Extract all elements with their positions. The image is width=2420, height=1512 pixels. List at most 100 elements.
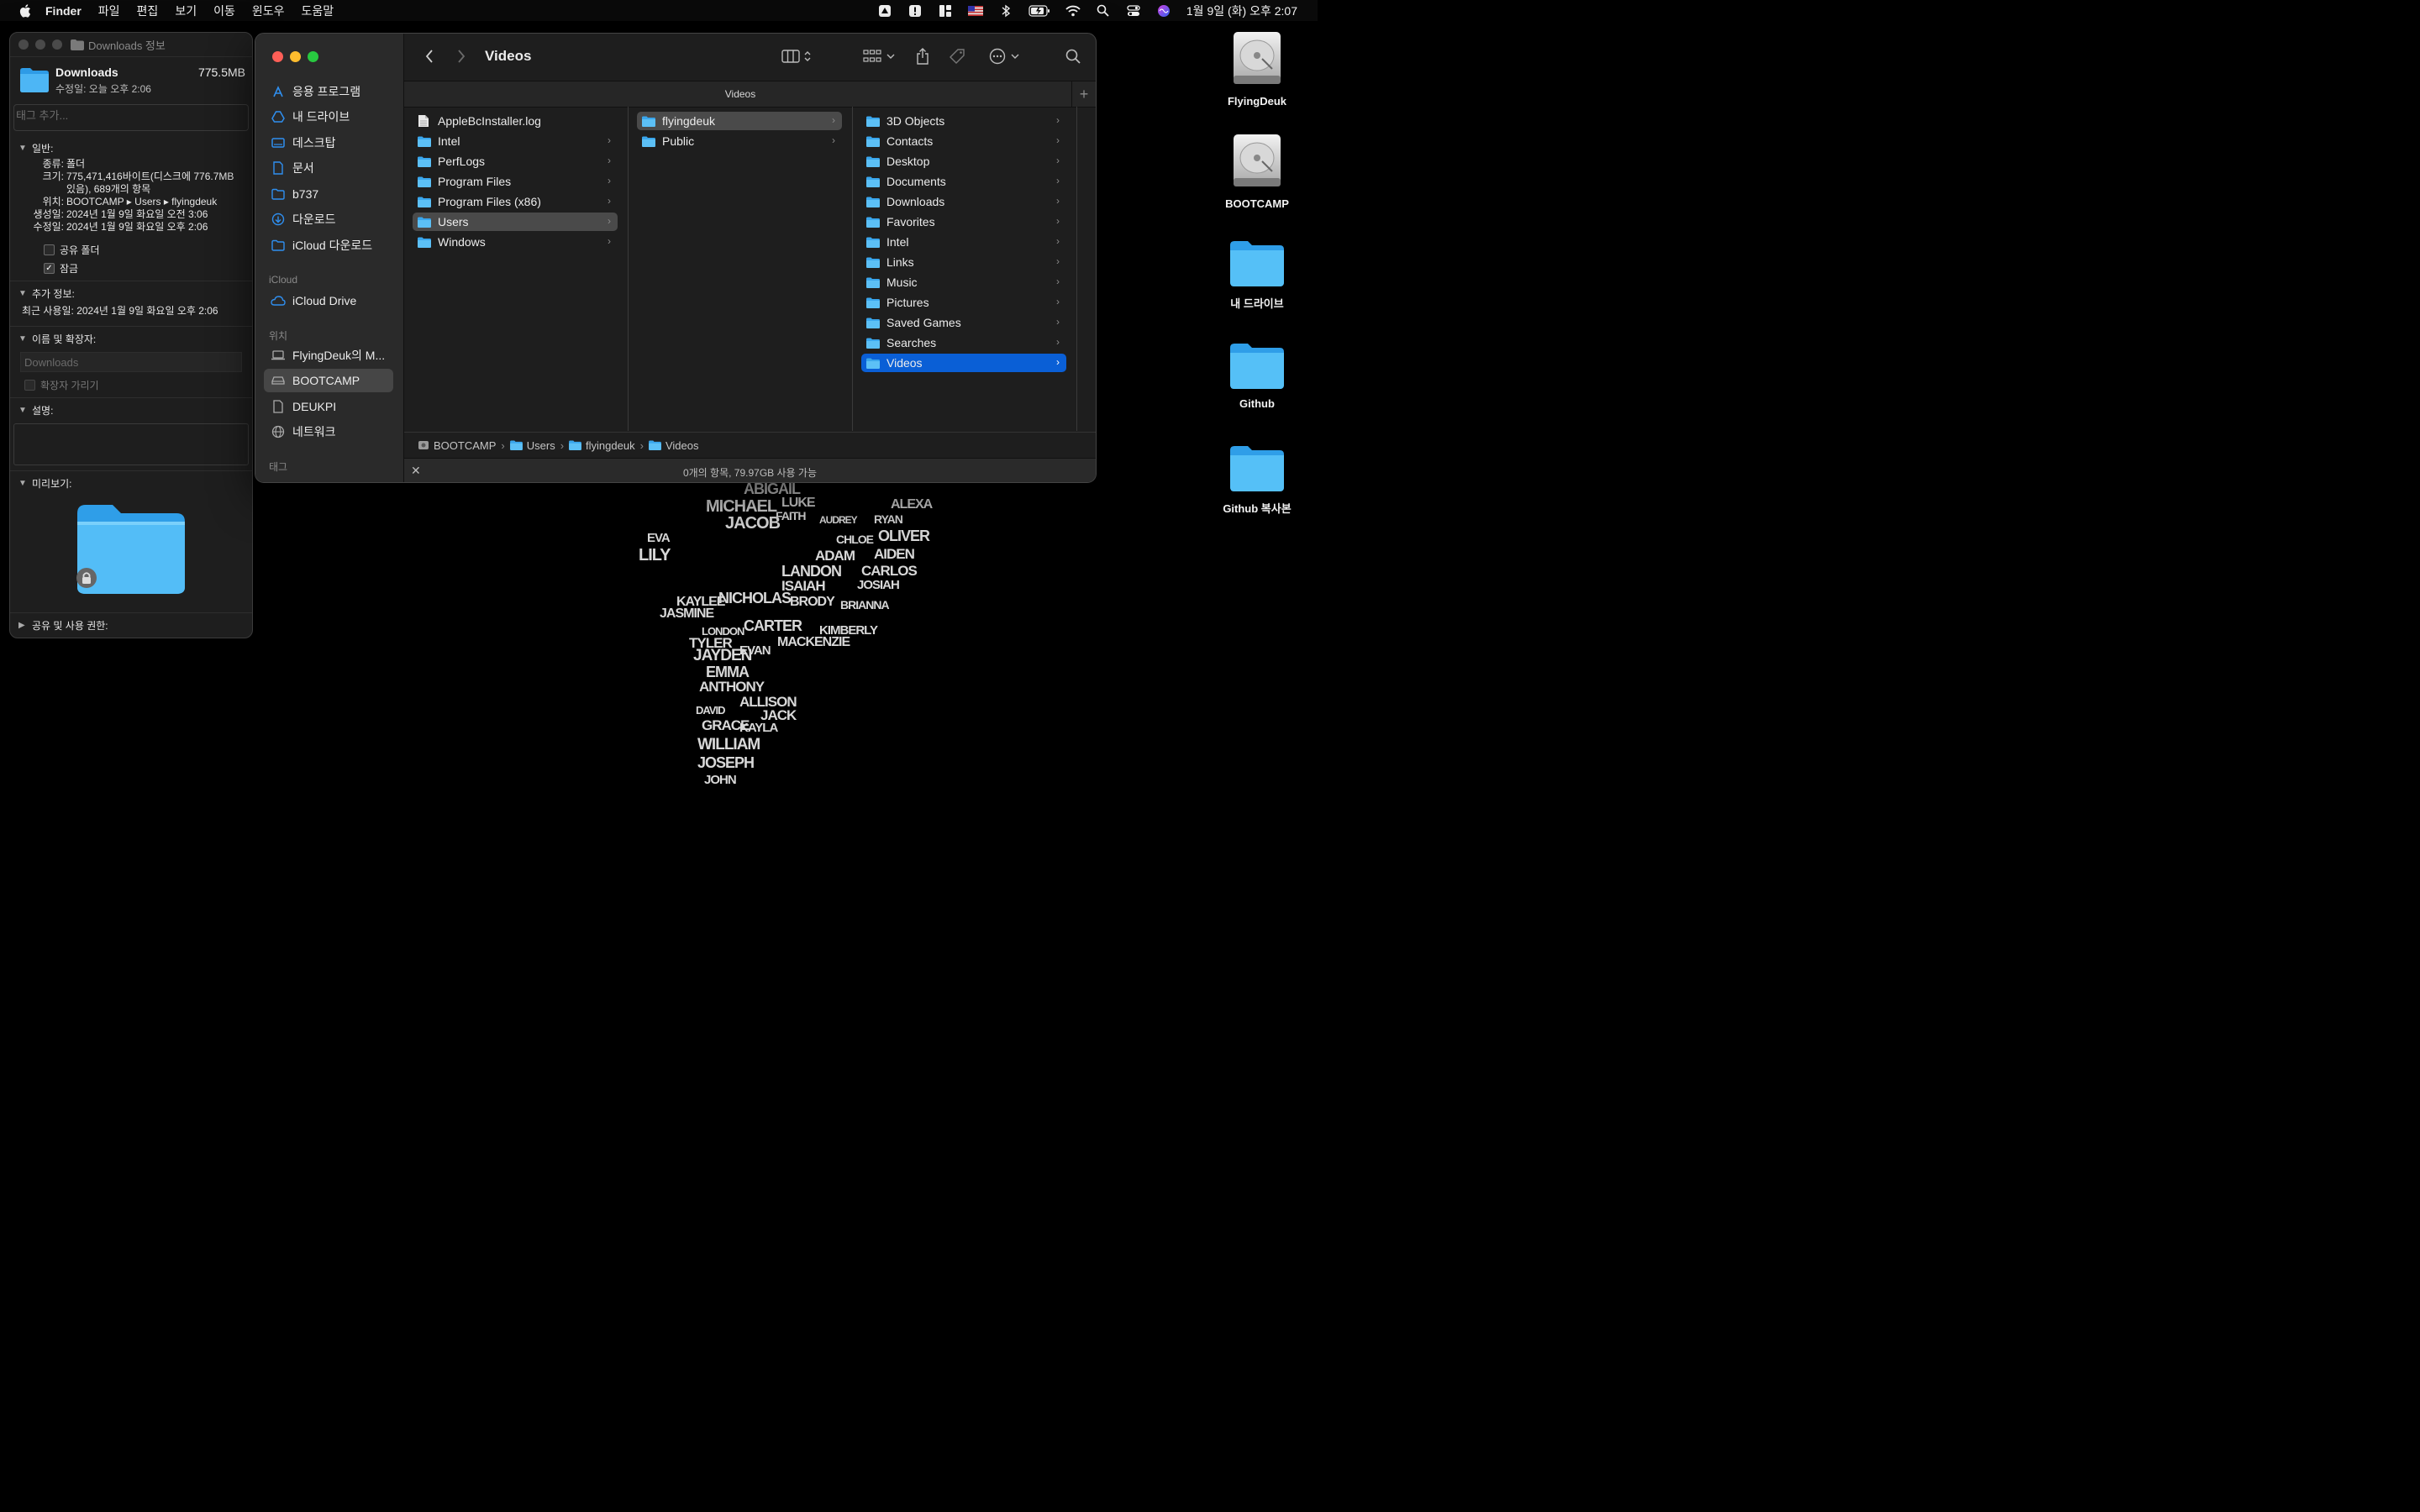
menu-go[interactable]: 이동 xyxy=(213,3,235,19)
menu-window[interactable]: 윈도우 xyxy=(252,3,285,19)
wallpaper-word: ADAM xyxy=(815,548,855,564)
list-item[interactable]: PerfLogs › xyxy=(413,152,618,171)
item-label: Videos xyxy=(886,356,923,370)
desktop-item-my-drive[interactable]: 내 드라이브 xyxy=(1215,240,1299,311)
list-item[interactable]: Searches › xyxy=(861,333,1066,352)
sidebar-item-b737[interactable]: b737 xyxy=(264,182,393,206)
grid-app-icon[interactable] xyxy=(938,4,953,18)
path-segment[interactable]: flyingdeuk xyxy=(569,439,635,452)
sidebar-item-icloud-downloads[interactable]: iCloud 다운로드 xyxy=(264,234,393,257)
list-item[interactable]: Program Files (x86) › xyxy=(413,192,618,211)
list-item[interactable]: Users › xyxy=(413,213,618,231)
more-actions-button[interactable] xyxy=(987,46,1021,66)
menu-file[interactable]: 파일 xyxy=(98,3,120,19)
share-button[interactable] xyxy=(913,45,932,67)
close-button[interactable] xyxy=(272,51,283,62)
us-flag-icon[interactable] xyxy=(967,4,983,18)
info-titlebar[interactable]: Downloads 정보 xyxy=(10,33,252,57)
path-segment[interactable]: BOOTCAMP xyxy=(418,439,496,452)
sidebar-item-desktop[interactable]: 데스크탑 xyxy=(264,131,393,155)
list-item[interactable]: Desktop › xyxy=(861,152,1066,171)
size-value: 775,471,416바이트(디스크에 776.7MB xyxy=(66,171,234,182)
menu-edit[interactable]: 편집 xyxy=(137,3,159,19)
list-item[interactable]: Videos › xyxy=(861,354,1066,372)
locked-checkbox[interactable]: ✓ 잠금 xyxy=(44,259,252,277)
forward-button[interactable] xyxy=(453,47,470,66)
list-item[interactable]: AppleBcInstaller.log xyxy=(413,112,618,130)
list-item[interactable]: Contacts › xyxy=(861,132,1066,150)
close-button[interactable] xyxy=(18,39,29,50)
general-section-toggle[interactable]: ▼ 일반: xyxy=(10,139,252,156)
shared-folder-checkbox[interactable]: 공유 폴더 xyxy=(44,240,252,259)
list-item[interactable]: Saved Games › xyxy=(861,313,1066,332)
path-segment[interactable]: Videos xyxy=(649,439,698,452)
wallpaper-word: BRIANNA xyxy=(840,598,890,612)
drive-icon[interactable] xyxy=(877,4,892,18)
list-item[interactable]: Pictures › xyxy=(861,293,1066,312)
list-item[interactable]: Downloads › xyxy=(861,192,1066,211)
sidebar-item-bootcamp[interactable]: BOOTCAMP xyxy=(264,369,393,392)
hide-extension-checkbox[interactable]: 확장자 가리기 xyxy=(24,375,252,394)
sidebar-item-icloud-drive[interactable]: iCloud Drive xyxy=(264,289,393,312)
alert-icon[interactable] xyxy=(908,4,923,18)
list-item[interactable]: 3D Objects › xyxy=(861,112,1066,130)
list-item[interactable]: Public › xyxy=(637,132,842,150)
add-tab-button[interactable]: + xyxy=(1071,81,1096,107)
desktop-item-github-copy[interactable]: Github 복사본 xyxy=(1215,445,1299,516)
list-item[interactable]: Program Files › xyxy=(413,172,618,191)
path-segment[interactable]: Users xyxy=(509,439,555,452)
list-item[interactable]: Favorites › xyxy=(861,213,1066,231)
siri-icon[interactable] xyxy=(1156,4,1171,18)
wifi-icon[interactable] xyxy=(1065,4,1081,18)
list-item[interactable]: Intel › xyxy=(413,132,618,150)
comments-field[interactable] xyxy=(13,423,249,465)
name-field[interactable]: Downloads xyxy=(20,352,242,372)
sidebar-item-network[interactable]: 네트워크 xyxy=(264,420,393,444)
desktop-item-flyingdeuk[interactable]: FlyingDeuk xyxy=(1215,30,1299,108)
minimize-button[interactable] xyxy=(35,39,45,50)
control-center-icon[interactable] xyxy=(1126,4,1141,18)
path-segment-label: BOOTCAMP xyxy=(434,438,497,452)
search-icon[interactable] xyxy=(1096,4,1111,18)
list-item[interactable]: flyingdeuk › xyxy=(637,112,842,130)
zoom-button[interactable] xyxy=(52,39,62,50)
apple-icon[interactable] xyxy=(18,3,34,18)
comments-section-toggle[interactable]: ▼ 설명: xyxy=(10,402,252,418)
tag-input[interactable]: 태그 추가... xyxy=(13,104,249,131)
sharing-section-toggle[interactable]: ▶ 공유 및 사용 권한: xyxy=(10,617,252,633)
sidebar-item-documents[interactable]: 문서 xyxy=(264,156,393,180)
list-item[interactable]: Music › xyxy=(861,273,1066,291)
desktop-item-github[interactable]: Github xyxy=(1215,343,1299,410)
list-item[interactable]: Documents › xyxy=(861,172,1066,191)
menu-clock[interactable]: 1월 9일 (화) 오후 2:07 xyxy=(1186,3,1297,19)
view-mode-button[interactable] xyxy=(776,46,818,66)
sidebar-item-deukpi[interactable]: DEUKPI xyxy=(264,395,393,418)
zoom-button[interactable] xyxy=(308,51,318,62)
list-item[interactable]: Links › xyxy=(861,253,1066,271)
desktop-item-bootcamp[interactable]: BOOTCAMP xyxy=(1215,133,1299,210)
group-button[interactable] xyxy=(861,46,897,66)
list-item[interactable]: Windows › xyxy=(413,233,618,251)
menu-finder[interactable]: Finder xyxy=(45,4,82,18)
sidebar-item-downloads[interactable]: 다운로드 xyxy=(264,207,393,231)
battery-icon[interactable] xyxy=(1028,4,1050,18)
folder-icon xyxy=(866,175,881,188)
minimize-button[interactable] xyxy=(290,51,301,62)
more-info-section-toggle[interactable]: ▼ 추가 정보: xyxy=(10,285,252,302)
column-path-label: Videos xyxy=(724,88,756,100)
preview-section-toggle[interactable]: ▼ 미리보기: xyxy=(10,475,252,491)
folder-icon xyxy=(418,215,433,228)
list-item[interactable]: Intel › xyxy=(861,233,1066,251)
menu-view[interactable]: 보기 xyxy=(175,3,197,19)
sidebar-item-my-drive[interactable]: 내 드라이브 xyxy=(264,105,393,129)
bluetooth-icon[interactable] xyxy=(998,4,1013,18)
name-ext-section-toggle[interactable]: ▼ 이름 및 확장자: xyxy=(10,330,252,347)
tag-button[interactable] xyxy=(947,46,967,66)
folder-icon xyxy=(418,175,433,188)
search-button[interactable] xyxy=(1064,47,1082,66)
sidebar-item-applications[interactable]: 응용 프로그램 xyxy=(264,80,393,103)
sidebar-item-mac[interactable]: FlyingDeuk의 M... xyxy=(264,344,393,367)
menu-help[interactable]: 도움말 xyxy=(301,3,334,19)
item-label: Music xyxy=(886,276,918,289)
back-button[interactable] xyxy=(421,47,438,66)
